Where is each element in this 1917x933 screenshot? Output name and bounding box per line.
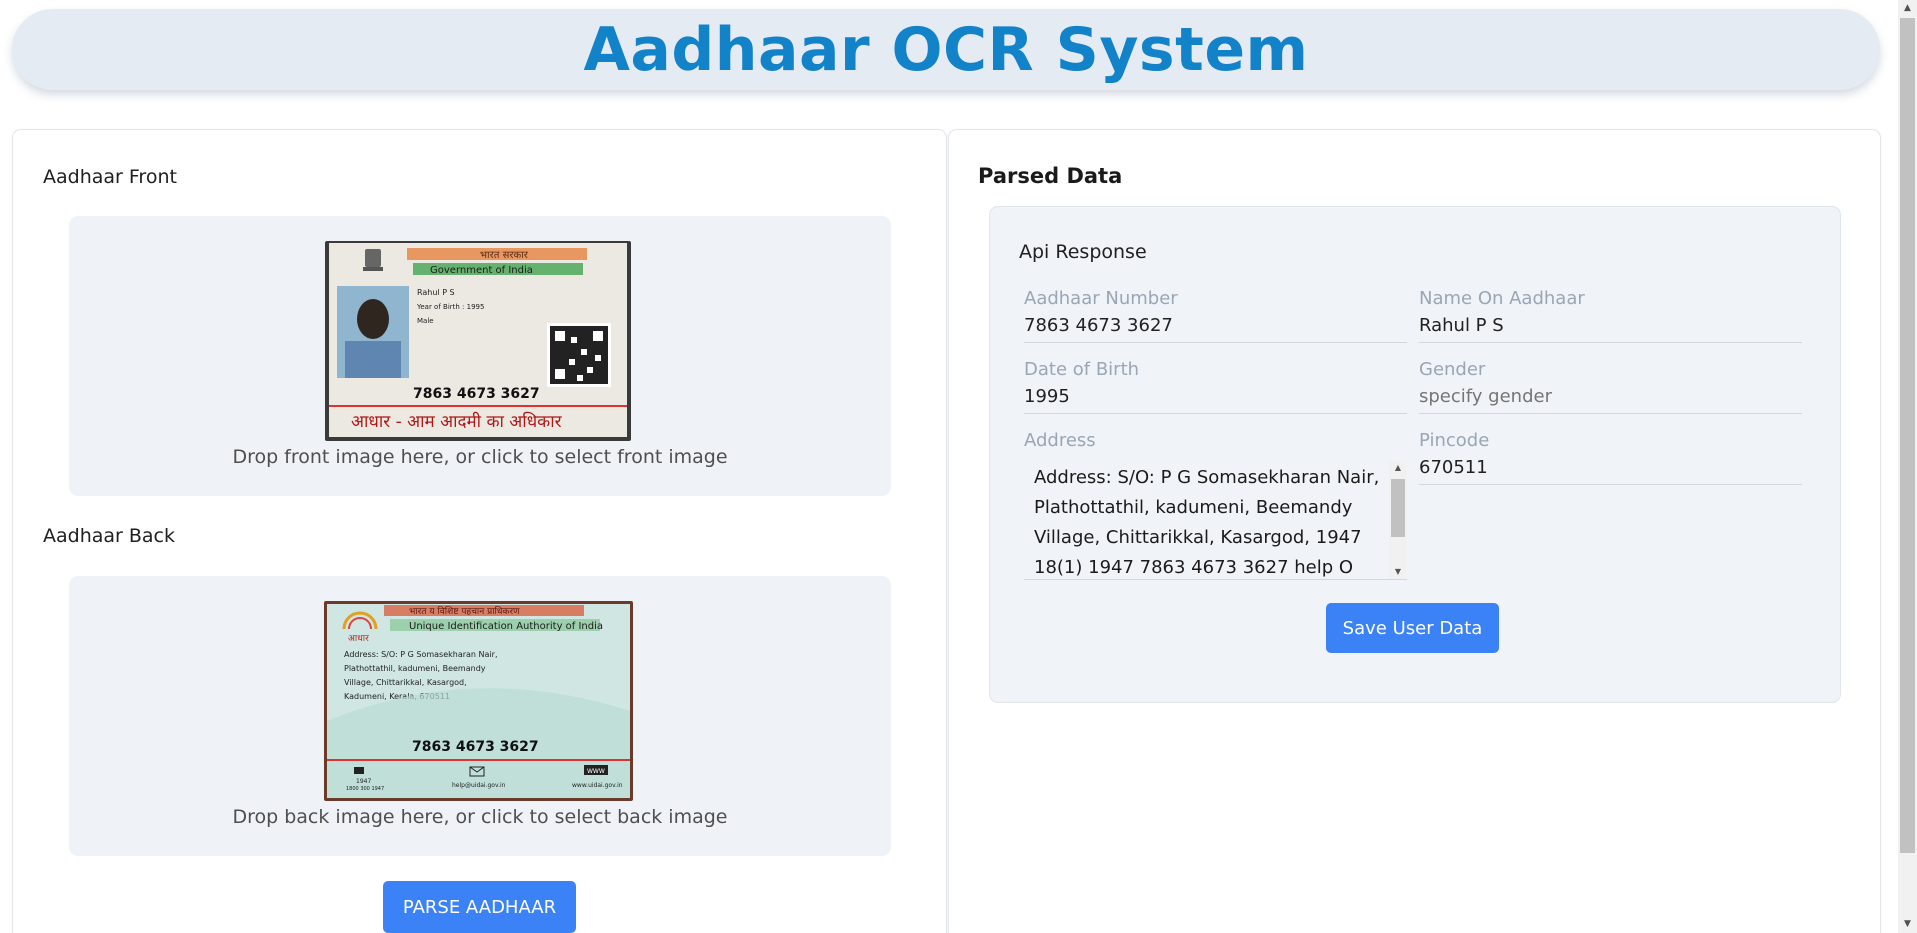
scroll-up-icon[interactable]: ▲ <box>1389 461 1407 475</box>
qr-code-icon <box>547 323 611 387</box>
svg-text:आधार: आधार <box>348 634 369 644</box>
back-card-header-hindi: भारत य विशिष्ट पहचान प्राधिकरण <box>409 605 520 617</box>
svg-text:WWW: WWW <box>587 768 605 775</box>
pincode-input[interactable] <box>1419 455 1802 485</box>
aadhaar-number-field: Aadhaar Number <box>1024 285 1407 343</box>
back-card-header-english: Unique Identification Authority of India <box>409 621 603 632</box>
front-card-image: भारत सरकार Government of India Rahul P S <box>325 241 631 441</box>
front-card-name: Rahul P S <box>417 288 455 297</box>
address-scrollbar[interactable]: ▲ ▼ <box>1389 461 1407 579</box>
page-scrollbar[interactable]: ▲ ▼ <box>1898 0 1917 933</box>
dob-field: Date of Birth <box>1024 356 1407 414</box>
page: Aadhaar OCR System Aadhaar Front भारत सर… <box>0 0 1917 933</box>
address-textarea[interactable]: Address: S/O: P G Somasekharan Nair, Pla… <box>1024 461 1407 580</box>
front-card-header-hindi: भारत सरकार <box>480 250 529 261</box>
web-icon: WWW <box>584 765 608 775</box>
page-title: Aadhaar OCR System <box>583 14 1309 85</box>
front-card-number: 7863 4673 3627 <box>413 386 540 402</box>
back-card-address-line-2: Plathottathil, kadumeni, Beemandy <box>344 664 486 673</box>
phone-icon <box>354 767 364 774</box>
emblem-icon <box>363 249 383 271</box>
back-card-footer-phone-alt: 1800 300 1947 <box>346 786 384 792</box>
page-scroll-up-icon[interactable]: ▲ <box>1898 0 1917 17</box>
gender-label: Gender <box>1419 359 1486 380</box>
upload-panel: Aadhaar Front भारत सरकार Government of I… <box>12 129 947 933</box>
address-label: Address <box>1024 430 1096 451</box>
front-drop-text: Drop front image here, or click to selec… <box>232 446 728 468</box>
address-scroll-thumb[interactable] <box>1391 479 1405 537</box>
name-label: Name On Aadhaar <box>1419 288 1585 309</box>
parsed-data-panel: Parsed Data Api Response Aadhaar Number … <box>948 129 1881 933</box>
gender-field: Gender <box>1419 356 1802 414</box>
parse-aadhaar-button[interactable]: PARSE AADHAAR <box>383 881 576 933</box>
aadhaar-number-input[interactable] <box>1024 313 1407 343</box>
gender-input[interactable] <box>1419 384 1802 414</box>
front-section-label: Aadhaar Front <box>43 166 177 188</box>
back-card-image: भारत य विशिष्ट पहचान प्राधिकरण Unique Id… <box>324 601 633 801</box>
api-response-box: Api Response Aadhaar Number Name On Aadh… <box>989 206 1841 703</box>
dob-label: Date of Birth <box>1024 359 1140 380</box>
back-card-footer-email: help@uidai.gov.in <box>452 782 506 789</box>
aadhaar-number-label: Aadhaar Number <box>1024 288 1178 309</box>
front-dropzone[interactable]: भारत सरकार Government of India Rahul P S <box>69 216 891 496</box>
front-card-header-english: Government of India <box>430 265 533 276</box>
app-header: Aadhaar OCR System <box>12 9 1880 90</box>
name-input[interactable] <box>1419 313 1802 343</box>
back-drop-text: Drop back image here, or click to select… <box>232 806 728 828</box>
back-card-footer-web: www.uidai.gov.in <box>572 782 623 789</box>
dob-input[interactable] <box>1024 384 1407 414</box>
pincode-label: Pincode <box>1419 430 1490 451</box>
pincode-field: Pincode <box>1419 427 1802 485</box>
back-section-label: Aadhaar Back <box>43 525 176 547</box>
api-response-title: Api Response <box>1019 241 1147 263</box>
back-card-footer-phone: 1947 <box>356 778 371 785</box>
page-scroll-thumb[interactable] <box>1900 18 1915 853</box>
save-user-data-button[interactable]: Save User Data <box>1326 603 1499 653</box>
back-card-address-line-3: Village, Chittarikkal, Kasargod, <box>344 678 467 687</box>
portrait-photo <box>337 286 409 378</box>
front-card-footer-hindi: आधार - आम आदमी का अधिकार <box>351 411 563 432</box>
name-field: Name On Aadhaar <box>1419 285 1802 343</box>
page-scroll-down-icon[interactable]: ▼ <box>1898 916 1917 933</box>
back-card-number: 7863 4673 3627 <box>412 739 539 755</box>
back-card-address-line-1: Address: S/O: P G Somasekharan Nair, <box>344 650 497 659</box>
scroll-down-icon[interactable]: ▼ <box>1389 565 1407 579</box>
address-field: Address Address: S/O: P G Somasekharan N… <box>1024 427 1407 580</box>
front-card-gender: Male <box>417 317 434 325</box>
parsed-data-title: Parsed Data <box>978 164 1123 188</box>
address-text: Address: S/O: P G Somasekharan Nair, Pla… <box>1034 467 1380 578</box>
back-dropzone[interactable]: भारत य विशिष्ट पहचान प्राधिकरण Unique Id… <box>69 576 891 856</box>
front-card-yob: Year of Birth : 1995 <box>416 303 484 311</box>
